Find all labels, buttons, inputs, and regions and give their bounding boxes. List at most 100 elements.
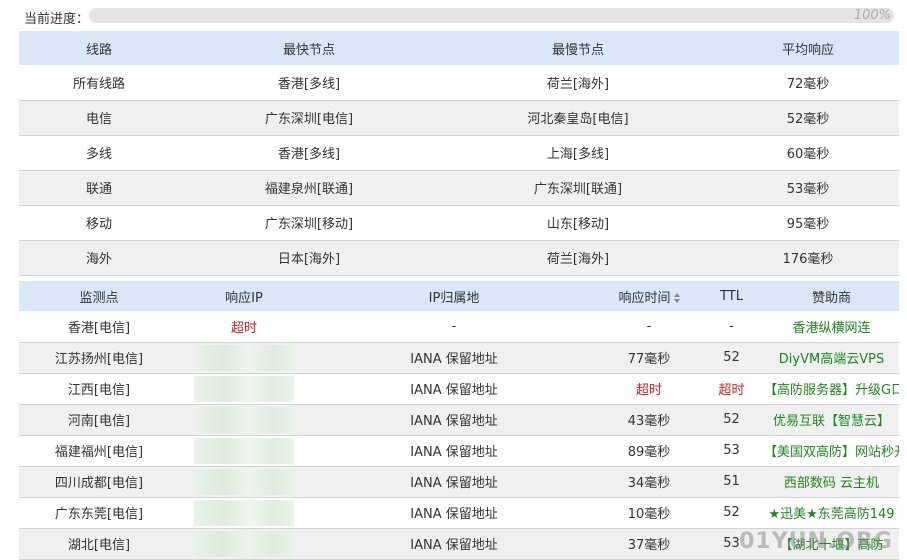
summary-cell: 荷兰[海外]	[546, 76, 610, 92]
ttl-cell: 51	[723, 474, 740, 489]
summary-row: 多线 香港[多线] 上海[多线] 60毫秒	[19, 135, 899, 170]
monitor-header-cell: 监测点	[19, 281, 179, 311]
summary-cell: 荷兰[海外]	[546, 252, 610, 267]
ip-redacted	[194, 437, 294, 464]
ip-redacted	[194, 468, 294, 495]
monitor-row: 江苏扬州[电信] IANA 保留地址 77毫秒 52 DiyVM高端云VPS	[19, 342, 899, 373]
node-cell: 四川成都[电信]	[54, 476, 144, 491]
location-cell: IANA 保留地址	[410, 352, 498, 367]
time-cell: 89毫秒	[627, 445, 671, 460]
monitor-header-cell: TTL	[699, 281, 764, 311]
summary-header-cell: 最慢节点	[551, 42, 604, 58]
ip-cell	[179, 435, 309, 466]
summary-cell: 河北秦皇岛[电信]	[527, 112, 629, 127]
summary-cell: 60毫秒	[786, 147, 830, 162]
location-cell: IANA 保留地址	[410, 414, 498, 429]
sponsor-cell: 【美国双高防】网站秒开	[764, 435, 899, 466]
summary-cell: 广东深圳[移动]	[264, 217, 354, 232]
sponsor-link[interactable]: DiyVM高端云VPS	[779, 352, 884, 367]
time-cell: 77毫秒	[627, 352, 671, 367]
summary-cell: 53毫秒	[786, 182, 830, 197]
time-cell: 34毫秒	[627, 476, 671, 491]
monitor-row: 河南[电信] IANA 保留地址 43毫秒 52 优易互联【智慧云】	[19, 404, 899, 435]
ip-cell	[179, 373, 309, 404]
monitor-header-label: 响应IP	[225, 290, 263, 306]
summary-row: 移动 广东深圳[移动] 山东[移动] 95毫秒	[19, 205, 899, 240]
monitor-header-label: IP归属地	[428, 290, 480, 306]
summary-cell: 福建泉州[联通]	[264, 182, 354, 197]
sponsor-cell: 香港纵横网连	[764, 311, 899, 342]
ip-redacted	[194, 344, 294, 371]
time-cell: 超时	[635, 383, 662, 398]
summary-cell: 香港[多线]	[277, 76, 341, 92]
sponsor-link[interactable]: 香港纵横网连	[792, 321, 870, 336]
sort-icon[interactable]	[673, 292, 680, 303]
node-cell: 河南[电信]	[67, 414, 131, 429]
ip-timeout-text: 超时	[230, 320, 257, 336]
summary-header-cell: 线路	[85, 42, 112, 58]
summary-cell: 电信	[85, 112, 112, 127]
summary-header-cell: 平均响应	[781, 42, 834, 58]
monitor-header-cell: IP归属地	[309, 281, 599, 311]
time-cell: -	[646, 318, 652, 334]
sponsor-cell: 西部数码 云主机	[764, 466, 899, 497]
ip-cell	[179, 404, 309, 435]
summary-cell: 联通	[85, 182, 112, 197]
monitor-row: 江西[电信] IANA 保留地址 超时 超时 【高防服务器】升级G口	[19, 373, 899, 404]
ip-redacted	[194, 530, 294, 557]
sponsor-link[interactable]: 【美国双高防】网站秒开	[764, 445, 899, 460]
sponsor-link[interactable]: ★迅美★东莞高防149	[768, 507, 894, 522]
ttl-cell: 52	[723, 350, 740, 365]
monitor-header-row: 监测点 响应IP IP归属地 响应时间 TTL 赞助商	[19, 281, 899, 311]
sponsor-cell: 优易互联【智慧云】	[764, 404, 899, 435]
ttl-cell: 52	[723, 505, 740, 520]
sponsor-link[interactable]: 西部数码 云主机	[784, 476, 879, 491]
summary-table: 线路 最快节点 最慢节点 平均响应 所有线路 香港[多线] 荷兰[海外] 72毫秒 电信 广东深…	[19, 31, 899, 276]
monitor-header-cell: 响应IP	[179, 281, 309, 311]
progress-row: 当前进度： 100%	[0, 0, 907, 32]
progress-label: 当前进度：	[24, 12, 90, 27]
summary-cell: 广东深圳[电信]	[264, 112, 354, 127]
monitor-header-cell[interactable]: 响应时间	[599, 281, 699, 311]
node-cell: 福建福州[电信]	[54, 445, 144, 460]
ttl-cell: -	[729, 318, 734, 334]
ip-redacted	[194, 499, 294, 526]
monitor-header-label: 监测点	[79, 290, 119, 306]
location-cell: IANA 保留地址	[410, 383, 498, 398]
node-cell: 江西[电信]	[67, 383, 131, 398]
sponsor-cell: ★迅美★东莞高防149	[764, 497, 899, 528]
ip-cell: 超时	[179, 311, 309, 342]
location-cell: IANA 保留地址	[410, 445, 498, 460]
summary-cell: 山东[移动]	[546, 217, 610, 232]
summary-cell: 多线	[85, 147, 112, 162]
node-cell: 香港[电信]	[67, 320, 131, 336]
ip-cell	[179, 466, 309, 497]
ip-cell	[179, 528, 309, 559]
location-cell: -	[451, 318, 457, 334]
summary-row: 海外 日本[海外] 荷兰[海外] 176毫秒	[19, 240, 899, 275]
node-cell: 江苏扬州[电信]	[54, 352, 144, 367]
sponsor-link[interactable]: 优易互联【智慧云】	[773, 414, 890, 429]
sponsor-link[interactable]: 【高防服务器】升级G口	[764, 383, 899, 398]
summary-cell: 176毫秒	[782, 252, 834, 267]
summary-cell: 移动	[85, 217, 112, 232]
summary-header-cell: 最快节点	[282, 42, 335, 58]
time-cell: 43毫秒	[627, 414, 671, 429]
summary-header-row: 线路 最快节点 最慢节点 平均响应	[19, 31, 899, 65]
location-cell: IANA 保留地址	[410, 476, 498, 491]
ip-redacted	[194, 375, 294, 402]
summary-cell: 95毫秒	[786, 217, 830, 232]
monitor-row: 香港[电信] 超时 - - - 香港纵横网连	[19, 311, 899, 342]
summary-cell: 52毫秒	[786, 112, 830, 127]
time-cell: 10毫秒	[627, 507, 671, 522]
location-cell: IANA 保留地址	[410, 538, 498, 553]
ttl-cell: 超时	[718, 383, 745, 398]
summary-row: 电信 广东深圳[电信] 河北秦皇岛[电信] 52毫秒	[19, 100, 899, 135]
summary-row: 所有线路 香港[多线] 荷兰[海外] 72毫秒	[19, 65, 899, 100]
monitor-row: 四川成都[电信] IANA 保留地址 34毫秒 51 西部数码 云主机	[19, 466, 899, 497]
progress-percent: 100%	[853, 8, 891, 23]
monitor-header-cell: 赞助商	[764, 281, 899, 311]
monitor-table: 监测点 响应IP IP归属地 响应时间 TTL 赞助商 香港[电信] 超时 - - - 香港纵横网连…	[19, 281, 899, 560]
location-cell: IANA 保留地址	[410, 507, 498, 522]
ip-redacted	[194, 406, 294, 433]
